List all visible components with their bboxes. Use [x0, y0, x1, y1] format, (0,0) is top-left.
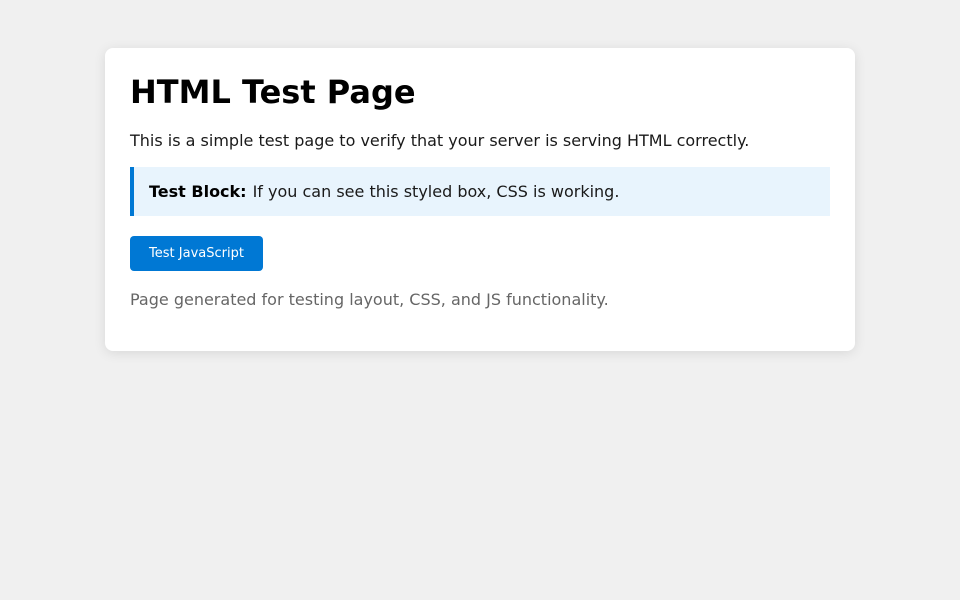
- content-card: HTML Test Page This is a simple test pag…: [105, 48, 855, 351]
- footer-note: Page generated for testing layout, CSS, …: [130, 290, 609, 309]
- test-block-label: Test Block:: [149, 182, 247, 201]
- test-block: Test Block: If you can see this styled b…: [130, 167, 830, 216]
- test-javascript-button[interactable]: Test JavaScript: [130, 236, 263, 271]
- test-block-text: If you can see this styled box, CSS is w…: [252, 182, 620, 201]
- page-title: HTML Test Page: [130, 73, 416, 111]
- intro-text: This is a simple test page to verify tha…: [130, 131, 750, 150]
